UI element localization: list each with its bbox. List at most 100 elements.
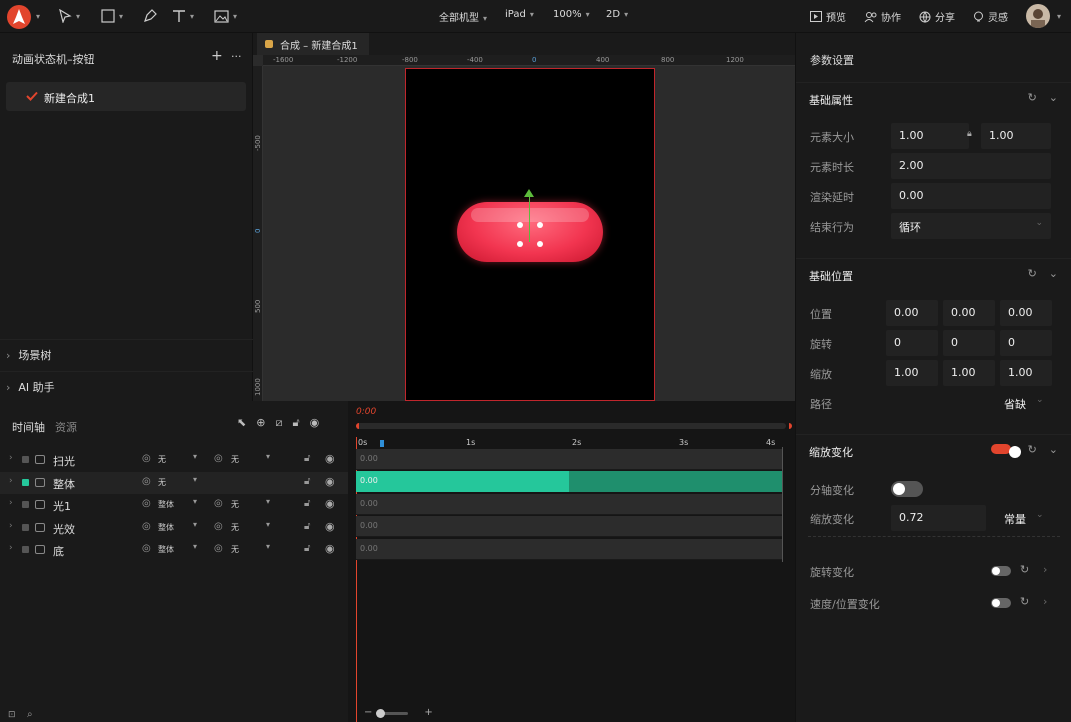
chevron-down-icon[interactable]: ▾	[193, 475, 197, 484]
lock-icon[interactable]: 🔓︎	[304, 498, 310, 509]
lock-icon[interactable]: 🔓︎	[304, 476, 310, 487]
zoom-select[interactable]: 100% ▾	[553, 9, 590, 20]
chevron-right-icon[interactable]: ›	[9, 521, 13, 531]
layer-row[interactable]: › 底 ◎ 整体 ▾ ◎ 无 ▾ 🔓︎ ◉	[0, 539, 348, 561]
zoom-out-icon[interactable]: −	[364, 707, 372, 718]
artboard[interactable]	[405, 68, 655, 401]
chevron-right-icon[interactable]: ›	[9, 543, 13, 553]
chevron-right-icon[interactable]: ›	[1043, 563, 1047, 576]
image-tool-button[interactable]: ▾	[214, 7, 237, 25]
avatar-chevron-icon[interactable]: ▾	[1057, 12, 1061, 21]
rotation-x-input[interactable]: 0	[886, 330, 938, 356]
reset-icon[interactable]: ↻	[1028, 91, 1037, 104]
chevron-right-icon[interactable]: ›	[9, 498, 13, 508]
capsule-button-element[interactable]	[457, 202, 603, 262]
chevron-down-icon[interactable]: ▾	[266, 542, 270, 551]
eye-icon[interactable]: ◉	[325, 520, 335, 533]
eye-icon[interactable]: ◉	[325, 475, 335, 488]
rotation-z-input[interactable]: 0	[1000, 330, 1052, 356]
mask-icon[interactable]: ⧄	[275, 416, 282, 430]
chevron-right-icon[interactable]: ›	[9, 476, 13, 486]
mode-select[interactable]: 2D ▾	[606, 9, 628, 20]
speed-change-toggle[interactable]	[991, 598, 1011, 608]
chevron-right-icon[interactable]: ›	[1043, 595, 1047, 608]
basic-position-header[interactable]: 基础位置 ↻ ⌄	[796, 258, 1071, 288]
composition-tab[interactable]: 合成 – 新建合成1	[257, 33, 369, 55]
ai-assistant-section[interactable]: › AI 助手	[6, 379, 55, 395]
chevron-down-icon[interactable]: ▾	[266, 452, 270, 461]
visibility-all-icon[interactable]: ◉	[310, 416, 320, 430]
reset-icon[interactable]: ↻	[1028, 267, 1037, 280]
lock-all-icon[interactable]: 🔓︎	[292, 416, 299, 430]
chevron-down-icon[interactable]: ▾	[193, 497, 197, 506]
active-clip[interactable]: 0.00	[356, 471, 569, 492]
layer-row[interactable]: › 光效 ◎ 整体 ▾ ◎ 无 ▾ 🔓︎ ◉	[0, 517, 348, 539]
reset-icon[interactable]: ↻	[1020, 595, 1029, 608]
chevron-right-icon[interactable]: ›	[9, 453, 13, 463]
eye-icon[interactable]: ◉	[325, 452, 335, 465]
inspire-button[interactable]: 灵感	[973, 9, 1008, 24]
size-width-input[interactable]: 1.00	[891, 123, 969, 149]
text-tool-button[interactable]: ▾	[172, 7, 194, 25]
app-logo-icon[interactable]	[7, 5, 31, 29]
pen-tool-button[interactable]	[143, 7, 157, 25]
track-row[interactable]: 0.00	[356, 516, 782, 537]
lock-icon[interactable]: 🔓︎	[304, 453, 310, 464]
selection-handle[interactable]	[537, 241, 543, 247]
scale-mode-select[interactable]: 常量	[1004, 511, 1026, 527]
share-button[interactable]: 分享	[919, 9, 955, 24]
track-row[interactable]: 0.00	[356, 449, 782, 470]
device-select[interactable]: 全部机型 ▾	[439, 9, 487, 24]
lock-icon[interactable]: 🔒︎	[967, 129, 972, 139]
position-z-input[interactable]: 0.00	[1000, 300, 1052, 326]
active-clip-tail[interactable]	[569, 471, 782, 492]
selection-handle[interactable]	[517, 241, 523, 247]
chevron-down-icon[interactable]: ⌄	[1036, 510, 1044, 520]
marker-icon[interactable]	[380, 440, 384, 447]
chevron-down-icon[interactable]: ⌄	[1049, 443, 1058, 456]
chevron-down-icon[interactable]: ▾	[266, 520, 270, 529]
axis-change-toggle[interactable]	[891, 481, 923, 497]
eye-icon[interactable]: ◉	[325, 497, 335, 510]
scale-z-input[interactable]: 1.00	[1000, 360, 1052, 386]
zoom-in-icon[interactable]: +	[424, 707, 432, 718]
layer-row[interactable]: › 光1 ◎ 整体 ▾ ◎ 无 ▾ 🔓︎ ◉	[0, 494, 348, 516]
end-behavior-select[interactable]: 循环 ⌄	[891, 213, 1051, 239]
reset-icon[interactable]: ↻	[1020, 563, 1029, 576]
scale-x-input[interactable]: 1.00	[886, 360, 938, 386]
layer-row[interactable]: › 扫光 ◎ 无 ▾ ◎ 无 ▾ 🔓︎ ◉	[0, 449, 348, 471]
scale-change-toggle[interactable]	[991, 444, 1021, 458]
add-keyframe-icon[interactable]: ⊕	[256, 416, 265, 430]
duration-input[interactable]: 2.00	[891, 153, 1051, 179]
layer-row[interactable]: › 整体 ◎ 无 ▾ 🔓︎ ◉	[0, 471, 348, 494]
chevron-down-icon[interactable]: ▾	[266, 497, 270, 506]
rectangle-tool-button[interactable]: ▾	[101, 7, 123, 25]
rotation-y-input[interactable]: 0	[943, 330, 995, 356]
path-select[interactable]: 省缺	[1004, 396, 1026, 412]
fit-view-icon[interactable]: ⊡	[8, 710, 16, 720]
track-row[interactable]: 0.00	[356, 494, 782, 515]
scene-tree-section[interactable]: › 场景树	[6, 347, 51, 363]
work-area-bar[interactable]	[356, 423, 792, 429]
position-x-input[interactable]: 0.00	[886, 300, 938, 326]
delay-input[interactable]: 0.00	[891, 183, 1051, 209]
reset-icon[interactable]: ↻	[1028, 443, 1037, 456]
lock-icon[interactable]: 🔓︎	[304, 543, 310, 554]
zoom-slider-knob[interactable]	[376, 709, 385, 718]
chevron-down-icon[interactable]: ▾	[193, 542, 197, 551]
selection-handle[interactable]	[537, 222, 543, 228]
chevron-down-icon[interactable]: ▾	[36, 12, 40, 21]
collab-button[interactable]: 协作	[864, 9, 901, 24]
track-row[interactable]: 0.00	[356, 539, 782, 560]
search-icon[interactable]: ⌕	[27, 709, 33, 720]
select-tool-button[interactable]: ▾	[58, 7, 80, 25]
preview-button[interactable]: 预览	[810, 9, 846, 24]
chevron-down-icon[interactable]: ▾	[193, 452, 197, 461]
size-height-input[interactable]: 1.00	[981, 123, 1051, 149]
chevron-down-icon[interactable]: ⌄	[1049, 267, 1058, 280]
scale-value-input[interactable]: 0.72	[891, 505, 986, 531]
add-icon[interactable]: +	[211, 48, 223, 64]
user-avatar[interactable]	[1026, 4, 1050, 28]
composition-item[interactable]: 新建合成1	[6, 82, 246, 111]
basic-props-header[interactable]: 基础属性 ↻ ⌄	[796, 82, 1071, 112]
